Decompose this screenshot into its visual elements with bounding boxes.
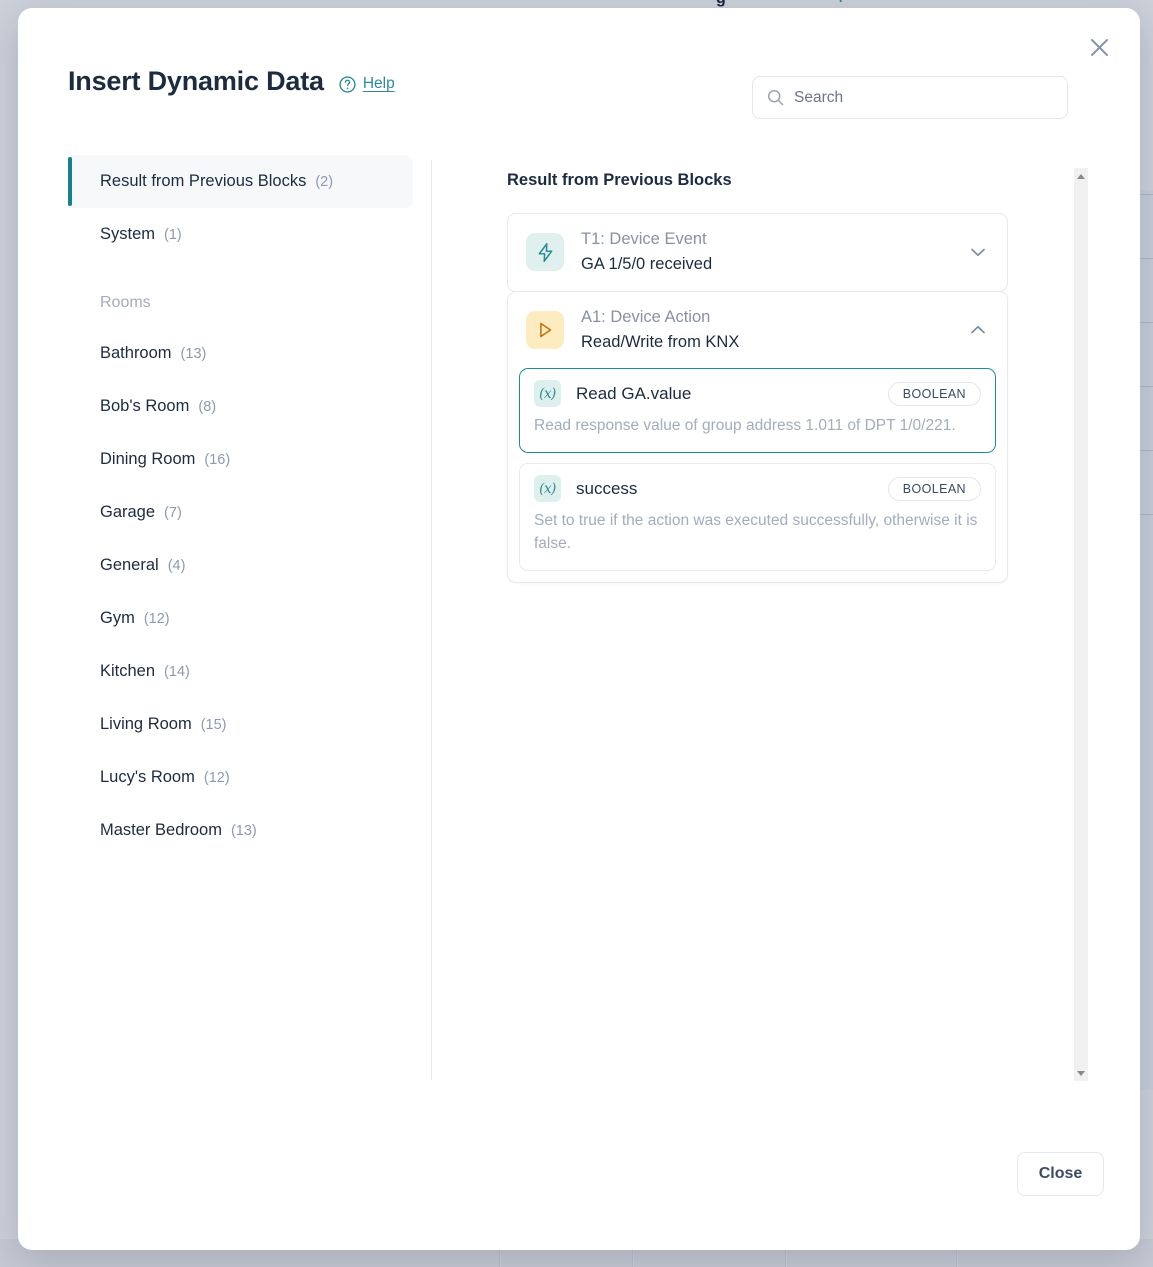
sidebar-item-lucys-room[interactable]: Lucy's Room (12) bbox=[68, 751, 413, 804]
close-icon[interactable] bbox=[1084, 32, 1114, 62]
main-heading: Result from Previous Blocks bbox=[507, 171, 1088, 190]
block-item-a1[interactable]: A1: Device Action Read/Write from KNX (x… bbox=[507, 291, 1008, 583]
sidebar-item-count: (13) bbox=[231, 823, 257, 839]
variable-card-read-ga-value[interactable]: (x) Read GA.value BOOLEAN Read response … bbox=[519, 368, 996, 453]
sidebar-item-count: (2) bbox=[315, 174, 333, 190]
question-circle-icon bbox=[339, 76, 356, 93]
sidebar-item-garage[interactable]: Garage (7) bbox=[68, 486, 413, 539]
sidebar-item-count: (15) bbox=[201, 717, 227, 733]
block-name: Read/Write from KNX bbox=[581, 330, 950, 355]
variable-expression-icon: (x) bbox=[534, 380, 561, 407]
sidebar-item-count: (7) bbox=[164, 505, 182, 521]
scrollbar-up-arrow-icon[interactable] bbox=[1074, 168, 1088, 184]
sidebar-item-count: (8) bbox=[198, 399, 216, 415]
sidebar-item-count: (13) bbox=[181, 346, 207, 362]
help-link[interactable]: Help bbox=[339, 75, 395, 93]
category-sidebar: Result from Previous Blocks (2) System (… bbox=[68, 155, 413, 1085]
chevron-down-icon[interactable] bbox=[967, 241, 989, 263]
sidebar-item-gym[interactable]: Gym (12) bbox=[68, 592, 413, 645]
search-icon bbox=[767, 89, 784, 106]
sidebar-item-count: (16) bbox=[204, 452, 230, 468]
block-subtitle: T1: Device Event bbox=[581, 228, 950, 252]
sidebar-item-label: Bob's Room bbox=[100, 397, 189, 416]
sidebar-divider bbox=[431, 160, 432, 1080]
block-list: T1: Device Event GA 1/5/0 received bbox=[507, 213, 1008, 583]
sidebar-item-general[interactable]: General (4) bbox=[68, 539, 413, 592]
sidebar-item-label: Master Bedroom bbox=[100, 821, 222, 840]
variable-name: Read GA.value bbox=[576, 384, 873, 404]
sidebar-item-kitchen[interactable]: Kitchen (14) bbox=[68, 645, 413, 698]
variable-header: (x) success BOOLEAN bbox=[534, 475, 981, 502]
block-variable-list: (x) Read GA.value BOOLEAN Read response … bbox=[508, 368, 1007, 582]
main-panel: Result from Previous Blocks T1: Device E… bbox=[488, 155, 1088, 1085]
sidebar-item-count: (12) bbox=[204, 770, 230, 786]
variable-name: success bbox=[576, 479, 873, 499]
sidebar-item-label: Lucy's Room bbox=[100, 768, 195, 787]
sidebar-item-label: Living Room bbox=[100, 715, 192, 734]
block-text: T1: Device Event GA 1/5/0 received bbox=[581, 228, 950, 277]
sidebar-item-system[interactable]: System (1) bbox=[68, 208, 413, 261]
sidebar-item-label: Gym bbox=[100, 609, 135, 628]
sidebar-group-label-rooms: Rooms bbox=[68, 279, 413, 327]
block-name: GA 1/5/0 received bbox=[581, 252, 950, 277]
block-item-t1[interactable]: T1: Device Event GA 1/5/0 received bbox=[507, 213, 1008, 292]
variable-description: Set to true if the action was executed s… bbox=[534, 510, 981, 556]
sidebar-spacer bbox=[68, 261, 413, 279]
variable-description: Read response value of group address 1.0… bbox=[534, 415, 981, 438]
sidebar-item-label: Bathroom bbox=[100, 344, 172, 363]
modal-header: Insert Dynamic Data Help bbox=[68, 66, 1104, 122]
page-title: Insert Dynamic Data bbox=[68, 66, 324, 97]
sidebar-item-label: System bbox=[100, 225, 155, 244]
scrollbar-down-arrow-icon[interactable] bbox=[1074, 1065, 1088, 1081]
sidebar-item-label: Result from Previous Blocks bbox=[100, 172, 306, 191]
search-box[interactable] bbox=[752, 76, 1068, 119]
play-triangle-icon bbox=[526, 311, 564, 349]
variable-type-badge: BOOLEAN bbox=[888, 382, 981, 406]
main-scrollbar[interactable] bbox=[1074, 168, 1088, 1081]
variable-card-success[interactable]: (x) success BOOLEAN Set to true if the a… bbox=[519, 463, 996, 571]
search-input[interactable] bbox=[794, 89, 1053, 107]
sidebar-item-bobs-room[interactable]: Bob's Room (8) bbox=[68, 380, 413, 433]
help-label: Help bbox=[363, 75, 395, 93]
block-header[interactable]: A1: Device Action Read/Write from KNX bbox=[508, 292, 1007, 369]
close-button[interactable]: Close bbox=[1017, 1152, 1104, 1196]
variable-expression-icon: (x) bbox=[534, 475, 561, 502]
background-topbar-accent: + bbox=[836, 0, 845, 8]
variable-type-badge: BOOLEAN bbox=[888, 477, 981, 501]
sidebar-item-count: (1) bbox=[164, 227, 182, 243]
sidebar-item-label: Garage bbox=[100, 503, 155, 522]
sidebar-item-count: (4) bbox=[168, 558, 186, 574]
block-text: A1: Device Action Read/Write from KNX bbox=[581, 306, 950, 355]
sidebar-item-label: General bbox=[100, 556, 159, 575]
block-header[interactable]: T1: Device Event GA 1/5/0 received bbox=[508, 214, 1007, 291]
variable-header: (x) Read GA.value BOOLEAN bbox=[534, 380, 981, 407]
chevron-up-icon[interactable] bbox=[967, 319, 989, 341]
sidebar-item-count: (12) bbox=[144, 611, 170, 627]
sidebar-item-bathroom[interactable]: Bathroom (13) bbox=[68, 327, 413, 380]
insert-dynamic-data-modal: Insert Dynamic Data Help bbox=[18, 8, 1140, 1250]
sidebar-item-dining-room[interactable]: Dining Room (16) bbox=[68, 433, 413, 486]
sidebar-item-living-room[interactable]: Living Room (15) bbox=[68, 698, 413, 751]
lightning-bolt-icon bbox=[526, 233, 564, 271]
modal-footer: Close bbox=[18, 1130, 1140, 1250]
sidebar-item-label: Dining Room bbox=[100, 450, 195, 469]
sidebar-item-master-bedroom[interactable]: Master Bedroom (13) bbox=[68, 804, 413, 857]
block-subtitle: A1: Device Action bbox=[581, 306, 950, 330]
sidebar-item-result-from-previous-blocks[interactable]: Result from Previous Blocks (2) bbox=[68, 155, 413, 208]
sidebar-item-label: Kitchen bbox=[100, 662, 155, 681]
background-topbar-text: g bbox=[716, 0, 726, 8]
sidebar-item-count: (14) bbox=[164, 664, 190, 680]
